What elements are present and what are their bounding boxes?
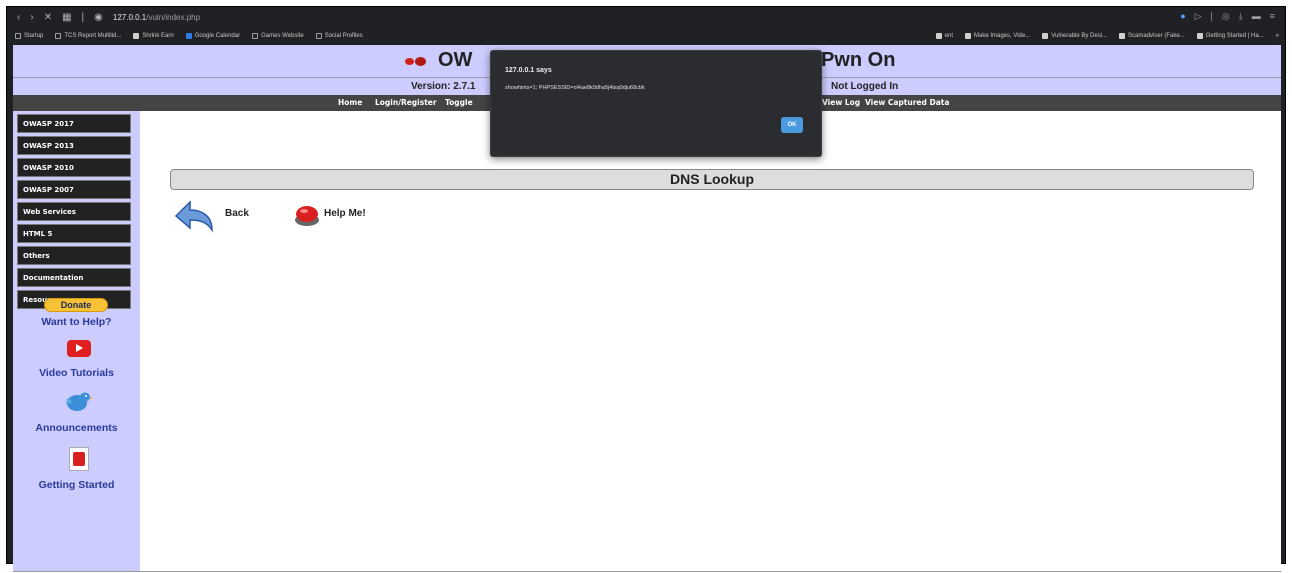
bookmark-google-calendar[interactable]: Google Calendar [185, 33, 241, 39]
pdf-icon[interactable] [69, 447, 89, 471]
sidebar-item-owasp-2017[interactable]: OWASP 2017 [17, 114, 131, 133]
bookmark-label: Startup [24, 33, 44, 39]
bookmark-label: Vulnerable By Desi... [1051, 33, 1108, 39]
sidebar-item-owasp-2010[interactable]: OWASP 2010 [17, 158, 131, 177]
extensions-icon[interactable]: ◎ [1222, 11, 1230, 22]
alert-message: showhints=1; PHPSESSID=ol4ae8k0dha5j4tsq… [505, 85, 645, 91]
bookmark-label: TCS Report Multilid... [64, 33, 122, 39]
menu-home[interactable]: Home [338, 98, 362, 107]
bookmarks-bar-right: ent Make Images, Vide... Vulnerable By D… [935, 27, 1279, 45]
version-label: Version: 2.7.1 [411, 81, 476, 92]
bookmark-label: Getting Started | Ha... [1205, 33, 1264, 39]
page-title: DNS Lookup [170, 169, 1254, 190]
help-me-link[interactable]: Help Me! [324, 208, 366, 219]
back-arrow-icon[interactable] [172, 198, 216, 236]
folder-icon [15, 33, 21, 39]
twitter-bird-icon[interactable] [63, 390, 93, 414]
address-row: ‹ › ✕ ▦ | ◉ 127.0.0.1/vuln/index.php ● ▷… [7, 7, 1285, 27]
bookmark-label: Games Website [261, 33, 304, 39]
bookmark-social-profiles[interactable]: Social Profiles [315, 33, 363, 39]
calendar-icon [185, 33, 192, 39]
video-tutorials-link[interactable]: Video Tutorials [13, 367, 140, 379]
menu-view-log[interactable]: View Log [822, 98, 860, 107]
sidebar-item-documentation[interactable]: Documentation [17, 268, 131, 287]
site-title-left: OW [402, 49, 472, 72]
back-link[interactable]: Back [225, 208, 249, 219]
sidebar-item-owasp-2013[interactable]: OWASP 2013 [17, 136, 131, 155]
close-tab-icon[interactable]: ✕ [44, 12, 52, 23]
getting-started-link[interactable]: Getting Started [13, 479, 140, 491]
alert-dialog: 127.0.0.1 says showhints=1; PHPSESSID=ol… [490, 50, 822, 157]
site-info-icon[interactable]: ◉ [94, 12, 103, 23]
bookmark-label: Shrink Earn [142, 33, 174, 39]
page-icon [133, 33, 140, 39]
site-title-left-text: OW [438, 49, 473, 71]
menu-login-register[interactable]: Login/Register [375, 98, 437, 107]
bookmark-label: Scamadviser (Fake... [1128, 33, 1185, 39]
folder-icon [252, 33, 259, 39]
help-button-icon[interactable] [292, 200, 322, 230]
divider-icon: | [1210, 11, 1213, 21]
page-divider [13, 571, 1281, 572]
bookmark-getting-started[interactable]: Getting Started | Ha... [1196, 33, 1264, 39]
page-icon [1042, 33, 1049, 39]
page-icon [964, 33, 971, 39]
bookmark-label: Social Profiles [324, 33, 363, 39]
toolbar-icons: ● ▷ | ◎ ⤓ ▬ ≡ [1180, 11, 1275, 22]
folder-icon [55, 33, 62, 39]
donate-button[interactable]: Donate [44, 298, 108, 312]
url-field[interactable]: 127.0.0.1/vuln/index.php [113, 13, 200, 22]
tabs-grid-icon[interactable]: ▦ [62, 12, 71, 23]
sidebar-item-others[interactable]: Others [17, 246, 131, 265]
url-path: /vuln/index.php [146, 12, 201, 22]
bookmark-tcs-report[interactable]: TCS Report Multilid... [55, 33, 121, 39]
alert-title: 127.0.0.1 says [505, 67, 552, 74]
page-icon [1119, 33, 1126, 39]
sidebar-item-web-services[interactable]: Web Services [17, 202, 131, 221]
bookmark-vulnerable-by-design[interactable]: Vulnerable By Desi... [1042, 33, 1107, 39]
folder-icon [315, 33, 322, 39]
sidebar-item-html5[interactable]: HTML 5 [17, 224, 131, 243]
ok-button[interactable]: OK [781, 117, 803, 133]
announcements-link[interactable]: Announcements [13, 422, 140, 434]
media-icon[interactable]: ▷ [1195, 11, 1202, 22]
site-title-right: Pwn On [821, 49, 896, 71]
login-status: Not Logged In [831, 81, 899, 92]
separator-icon: | [81, 11, 85, 23]
more-bookmarks-icon[interactable]: » [1276, 33, 1279, 39]
bookmark-ent[interactable]: ent [935, 33, 953, 39]
want-to-help-link[interactable]: Want to Help? [13, 316, 140, 328]
profile-icon[interactable]: ● [1180, 11, 1185, 22]
page-icon [935, 33, 942, 39]
browser-window: ‹ › ✕ ▦ | ◉ 127.0.0.1/vuln/index.php ● ▷… [6, 6, 1286, 572]
menu-toggle[interactable]: Toggle [445, 98, 473, 107]
ant-logo-icon [402, 54, 430, 68]
page-icon [1196, 33, 1203, 39]
screenshot-frame: ‹ › ✕ ▦ | ◉ 127.0.0.1/vuln/index.php ● ▷… [0, 0, 1292, 573]
menu-view-captured-data[interactable]: View Captured Data [865, 98, 949, 107]
download-icon[interactable]: ⤓ [1239, 11, 1243, 22]
bookmark-label: Make Images, Vide... [973, 33, 1031, 39]
youtube-icon[interactable] [67, 340, 91, 357]
bookmark-startup[interactable]: Startup [15, 33, 43, 39]
bookmark-scamadviser[interactable]: Scamadviser (Fake... [1119, 33, 1185, 39]
bookmark-label: Google Calendar [194, 33, 241, 39]
bookmark-make-images[interactable]: Make Images, Vide... [964, 33, 1031, 39]
bookmark-shrink-earn[interactable]: Shrink Earn [133, 33, 174, 39]
back-nav-icon[interactable]: ‹ [17, 12, 20, 23]
battery-icon: ▬ [1251, 11, 1261, 21]
bookmark-label: ent [944, 33, 953, 39]
menu-icon[interactable]: ≡ [1270, 11, 1275, 22]
sidebar-item-owasp-2007[interactable]: OWASP 2007 [17, 180, 131, 199]
url-host: 127.0.0.1 [112, 12, 147, 22]
forward-nav-icon[interactable]: › [30, 12, 33, 23]
bookmark-games-website[interactable]: Games Website [252, 33, 304, 39]
